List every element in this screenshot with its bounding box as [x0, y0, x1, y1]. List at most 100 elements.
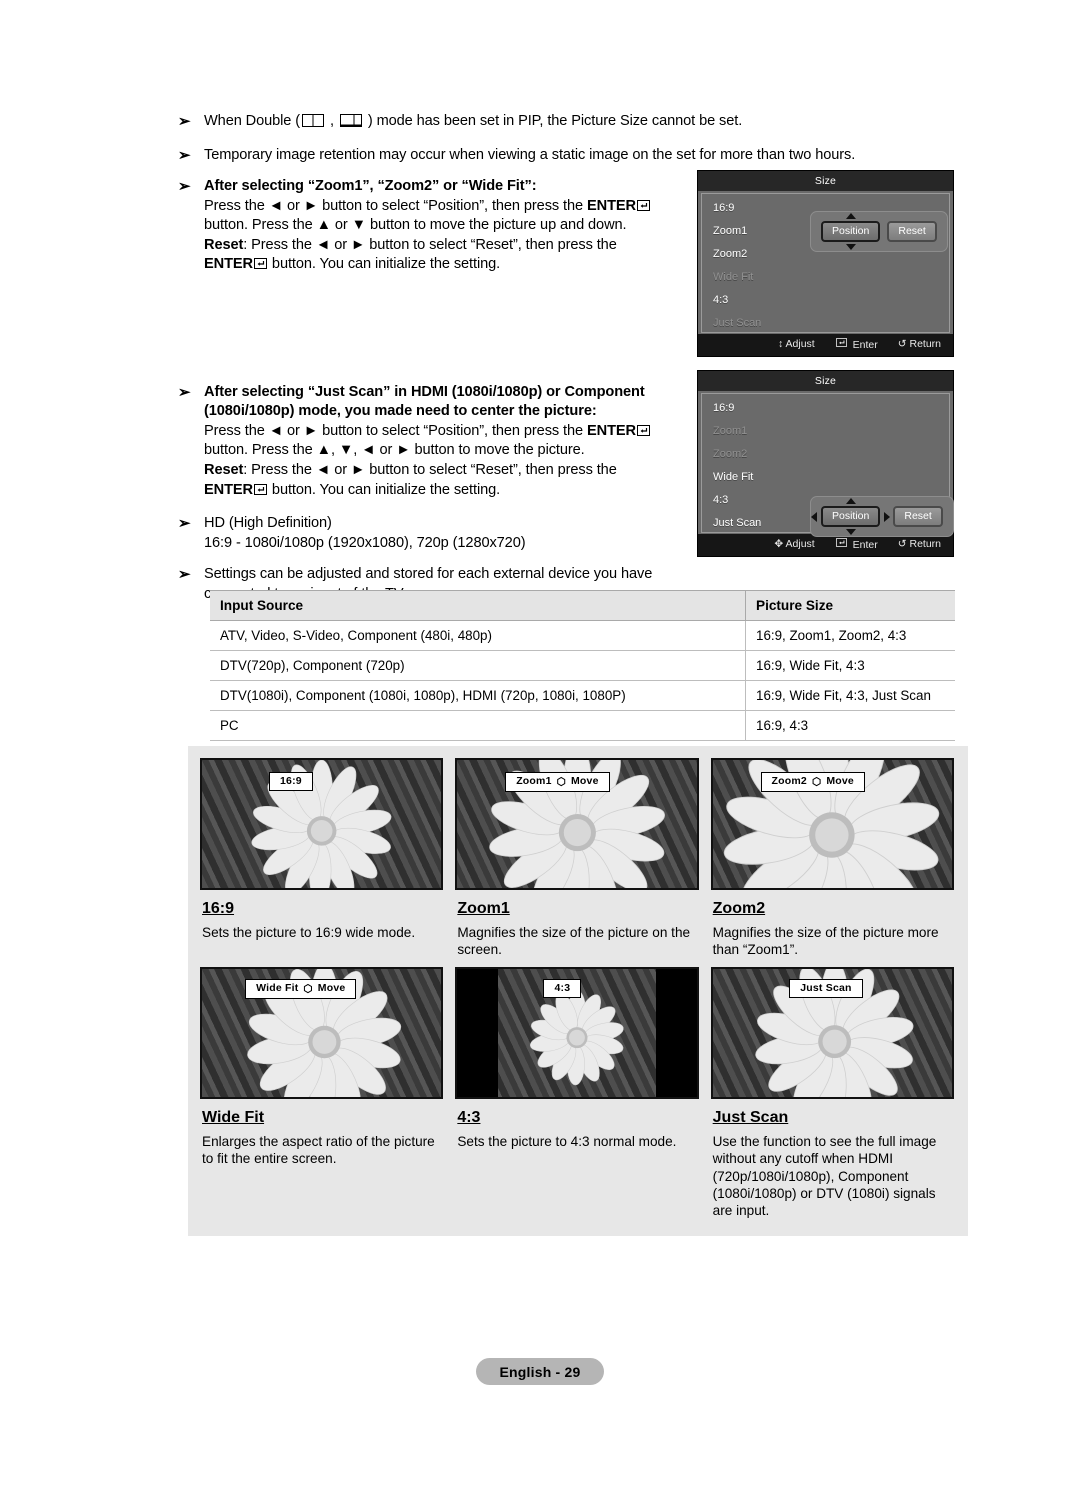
tv-preview-4-3: 4:3: [455, 966, 699, 1099]
enter-icon: [636, 424, 650, 436]
just-scan-l3c: button to select “Reset”, then press the: [365, 462, 617, 479]
page-number-label: English - 29: [499, 1363, 581, 1380]
pip-double-narrow-icon: [339, 114, 362, 134]
tv-preview-wide-fit: Wide Fit ⬡ Move: [200, 966, 444, 1099]
enter-icon: [835, 338, 849, 349]
pip-double-wide-icon: [302, 114, 325, 134]
note-after-just-scan: ➢ After selecting “Just Scan” in HDMI (1…: [178, 383, 714, 500]
after-zoom-l3b: or: [330, 236, 351, 253]
right-arrow-icon: ►: [303, 422, 319, 439]
enter-icon: [636, 199, 650, 211]
bullet-marker-icon: ➢: [178, 383, 191, 401]
osd-footer-hints: ↕ Adjust Enter ↺ Return: [698, 334, 953, 356]
osd-item-just-scan[interactable]: Just Scan: [713, 517, 761, 529]
tv-overlay-action: Move: [826, 775, 854, 787]
after-zoom-l2a: button. Press the: [204, 217, 317, 234]
tv-overlay-label: Zoom1 ⬡ Move: [505, 772, 610, 792]
tv-overlay-mode: Just Scan: [800, 981, 852, 994]
updown-arrow-icon: ⬡: [556, 776, 566, 788]
osd-position-button[interactable]: Position: [821, 506, 881, 527]
enter-icon: [835, 538, 849, 549]
after-zoom-l3c: button to select “Reset”, then press the: [365, 236, 617, 253]
gallery-text-just-scan: Use the function to see the full image w…: [712, 1133, 937, 1219]
osd-hint-enter: Enter: [835, 538, 878, 551]
table-cell-picture-size: 16:9, Zoom1, Zoom2, 4:3: [745, 620, 955, 651]
fourway-arrow-icon: ✥: [774, 538, 784, 550]
bullet-marker-icon: ➢: [178, 146, 191, 164]
table-row: DTV(1080i), Component (1080i, 1080p), HD…: [210, 680, 955, 711]
osd-hint-return-label: Return: [909, 338, 941, 350]
enter-key-label: ENTER: [587, 197, 636, 214]
just-scan-l2a: button. Press the: [204, 442, 317, 459]
osd-item-wide-fit[interactable]: Wide Fit: [713, 271, 753, 283]
just-scan-l2c: ,: [353, 442, 362, 459]
gallery-text-wide-fit: Enlarges the aspect ratio of the picture…: [202, 1133, 435, 1167]
after-zoom-l1b: or: [283, 197, 304, 214]
just-scan-l2b: ,: [330, 442, 339, 459]
gallery-title-zoom2: Zoom2: [712, 900, 766, 917]
osd-hint-adjust-label: Adjust: [785, 538, 815, 550]
osd-hint-enter: Enter: [835, 338, 878, 351]
tv-preview-zoom1: Zoom1 ⬡ Move: [455, 758, 699, 890]
tv-overlay-label: Zoom2 ⬡ Move: [760, 772, 865, 792]
gallery-title-wide-fit: Wide Fit: [202, 1108, 265, 1126]
table-cell-input-source: DTV(720p), Component (720p): [210, 650, 746, 681]
osd-item-just-scan[interactable]: Just Scan: [713, 317, 761, 329]
enter-icon: [253, 258, 267, 270]
osd-hint-adjust: ✥ Adjust: [774, 538, 814, 551]
osd-position-button[interactable]: Position: [821, 221, 881, 242]
right-arrow-icon: [884, 511, 891, 522]
gallery-cell-4-3: 4:3 4:3 Sets the picture to 4:3 normal m…: [455, 966, 699, 1220]
enter-icon: [253, 483, 267, 495]
tv-overlay-mode: Zoom1: [516, 775, 552, 787]
osd-item-zoom1[interactable]: Zoom1: [713, 225, 747, 237]
gallery-cell-just-scan: Just Scan Just Scan Use the function to …: [710, 966, 954, 1220]
osd-footer-hints: ✥ Adjust Enter ↺ Return: [698, 534, 953, 556]
just-scan-l4: button. You can initialize the setting.: [267, 481, 501, 498]
gallery-text-4-3: Sets the picture to 4:3 normal mode.: [457, 1133, 677, 1149]
return-icon: ↺: [897, 538, 907, 550]
after-zoom-l4: button. You can initialize the setting.: [267, 256, 501, 273]
tv-overlay-label: Wide Fit ⬡ Move: [245, 978, 357, 999]
note-hd-line2: 16:9 - 1080i/1080p (1920x1080), 720p (12…: [204, 534, 526, 551]
osd-item-4-3[interactable]: 4:3: [713, 294, 728, 306]
manual-page: ➢ When Double ( , ) mode has been set in…: [0, 0, 1080, 1488]
right-arrow-icon: ►: [396, 442, 411, 459]
osd-reset-button[interactable]: Reset: [893, 506, 943, 527]
osd-item-16-9[interactable]: 16:9: [713, 202, 734, 214]
flower-illustration-icon: [251, 760, 392, 888]
osd-item-16-9[interactable]: 16:9: [713, 402, 734, 414]
tv-overlay-label: 4:3: [543, 978, 582, 998]
updown-arrow-icon: ⬡: [811, 776, 822, 788]
down-arrow-icon: ▼: [351, 217, 366, 234]
gallery-text-zoom2: Magnifies the size of the picture more t…: [712, 925, 939, 958]
osd-panel-just-scan: Size 16:9 Zoom1 Zoom2 Wide Fit 4:3 Just …: [697, 370, 954, 557]
tv-preview-zoom2: Zoom2 ⬡ Move: [710, 758, 954, 890]
osd-item-4-3[interactable]: 4:3: [713, 494, 728, 506]
updown-arrow-icon: ↕: [777, 338, 784, 350]
table-cell-input-source: ATV, Video, S-Video, Component (480i, 48…: [210, 620, 746, 651]
note-pip-double-post: ) mode has been set in PIP, the Picture …: [363, 113, 743, 129]
down-arrow-icon: [845, 244, 856, 250]
osd-item-zoom2[interactable]: Zoom2: [713, 248, 747, 260]
table-header-input-source: Input Source: [210, 590, 746, 621]
down-arrow-icon: [845, 529, 856, 535]
osd-item-wide-fit[interactable]: Wide Fit: [713, 471, 753, 483]
osd-item-zoom2[interactable]: Zoom2: [713, 448, 747, 460]
after-zoom-l2b: or: [330, 217, 352, 234]
tv-overlay-action: Move: [570, 775, 599, 787]
left-arrow-icon: [811, 511, 817, 522]
table-cell-input-source: PC: [210, 710, 746, 741]
osd-reset-button[interactable]: Reset: [887, 221, 937, 242]
osd-item-zoom1[interactable]: Zoom1: [713, 425, 747, 437]
tv-overlay-mode: Wide Fit: [256, 981, 299, 994]
note-after-zoom: ➢ After selecting “Zoom1”, “Zoom2” or “W…: [178, 177, 714, 275]
gallery-cell-wide-fit: Wide Fit ⬡ Move Wide Fit Enlarges the aspe…: [200, 966, 444, 1220]
tv-preview-16-9: 16:9: [200, 758, 444, 890]
just-scan-l2d: or: [375, 442, 397, 459]
bullet-marker-icon: ➢: [178, 178, 191, 196]
tv-overlay-label: 16:9: [269, 772, 313, 791]
enter-key-label: ENTER: [204, 256, 253, 273]
just-scan-l3a: : Press the: [243, 462, 316, 479]
up-arrow-icon: ▲: [316, 217, 331, 234]
